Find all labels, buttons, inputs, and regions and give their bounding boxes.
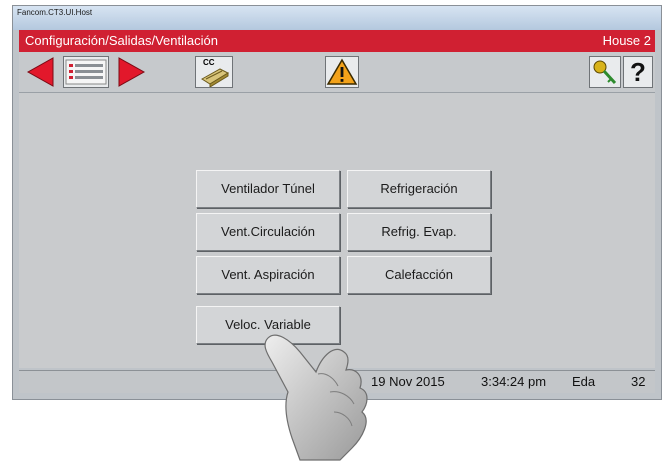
pointing-hand-image — [264, 334, 368, 461]
